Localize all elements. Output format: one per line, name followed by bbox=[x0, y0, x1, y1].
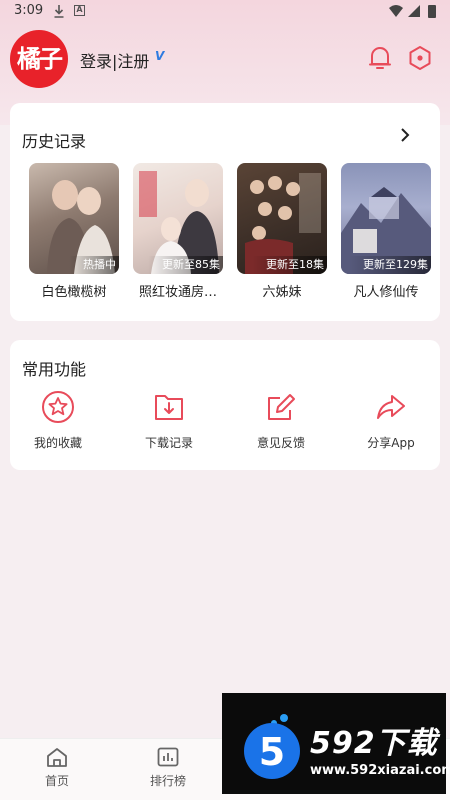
battery-icon bbox=[428, 5, 436, 18]
history-card: 历史记录 热播中 更新至85集 更新至18集 更新至129集 白色橄榄树 照红妆… bbox=[10, 103, 440, 321]
history-poster[interactable]: 更新至18集 bbox=[237, 163, 327, 274]
poster-tag: 更新至18集 bbox=[252, 256, 327, 274]
history-poster[interactable]: 更新至85集 bbox=[133, 163, 223, 274]
download-status-icon bbox=[54, 5, 64, 18]
edit-icon bbox=[268, 394, 295, 420]
watermark-url: www.592xiazai.com bbox=[310, 763, 450, 778]
chevron-right-icon[interactable] bbox=[398, 127, 412, 143]
settings-icon[interactable] bbox=[406, 44, 434, 72]
nav-ranking[interactable]: 排行榜 bbox=[138, 747, 198, 789]
func-label: 下载记录 bbox=[144, 436, 193, 450]
site-watermark: 5 592下载 www.592xiazai.com bbox=[222, 693, 450, 794]
history-poster[interactable]: 更新至129集 bbox=[341, 163, 431, 274]
home-icon bbox=[47, 748, 67, 767]
poster-tag: 更新至129集 bbox=[349, 256, 431, 274]
poster-tag: 更新至85集 bbox=[148, 256, 223, 274]
drama-title[interactable]: 凡人修仙传 bbox=[338, 281, 434, 300]
watermark-title: 592下载 bbox=[310, 726, 438, 761]
func-label: 分享App bbox=[367, 436, 415, 450]
chart-icon bbox=[157, 747, 179, 767]
share-app-button[interactable]: 分享App bbox=[341, 390, 441, 456]
functions-title: 常用功能 bbox=[22, 360, 87, 379]
functions-card: 常用功能 我的收藏 下载记录 意见反馈 分享App bbox=[10, 340, 440, 470]
nav-home[interactable]: 首页 bbox=[27, 747, 87, 789]
poster-tag: 热播中 bbox=[69, 256, 119, 274]
status-bar: 3:09 A bbox=[0, 0, 450, 24]
app-logo[interactable]: 橘子 bbox=[10, 30, 68, 88]
favorites-button[interactable]: 我的收藏 bbox=[8, 390, 108, 456]
share-icon bbox=[377, 395, 405, 419]
func-label: 意见反馈 bbox=[256, 436, 305, 450]
nav-label: 首页 bbox=[44, 774, 69, 788]
drama-title[interactable]: 六姊妹 bbox=[234, 281, 330, 300]
bell-icon[interactable] bbox=[368, 44, 392, 72]
status-time: 3:09 bbox=[14, 3, 44, 18]
signal-icon bbox=[408, 5, 420, 17]
watermark-logo-icon: 5 bbox=[244, 714, 300, 779]
download-icon bbox=[155, 395, 183, 420]
feedback-button[interactable]: 意见反馈 bbox=[231, 390, 331, 456]
downloads-button[interactable]: 下载记录 bbox=[119, 390, 219, 456]
drama-title[interactable]: 照红妆通房… bbox=[130, 281, 226, 300]
star-icon bbox=[42, 391, 74, 423]
func-label: 我的收藏 bbox=[33, 436, 82, 450]
drama-title[interactable]: 白色橄榄树 bbox=[26, 281, 122, 300]
login-register-link[interactable]: 登录|注册 bbox=[80, 48, 149, 72]
history-title: 历史记录 bbox=[22, 132, 87, 151]
history-poster[interactable]: 热播中 bbox=[29, 163, 119, 274]
app-status-icon: A bbox=[74, 5, 85, 16]
wifi-icon bbox=[389, 5, 403, 17]
vip-badge-icon[interactable]: V bbox=[155, 49, 164, 63]
nav-label: 排行榜 bbox=[149, 774, 186, 788]
svg-text:5: 5 bbox=[259, 730, 285, 774]
